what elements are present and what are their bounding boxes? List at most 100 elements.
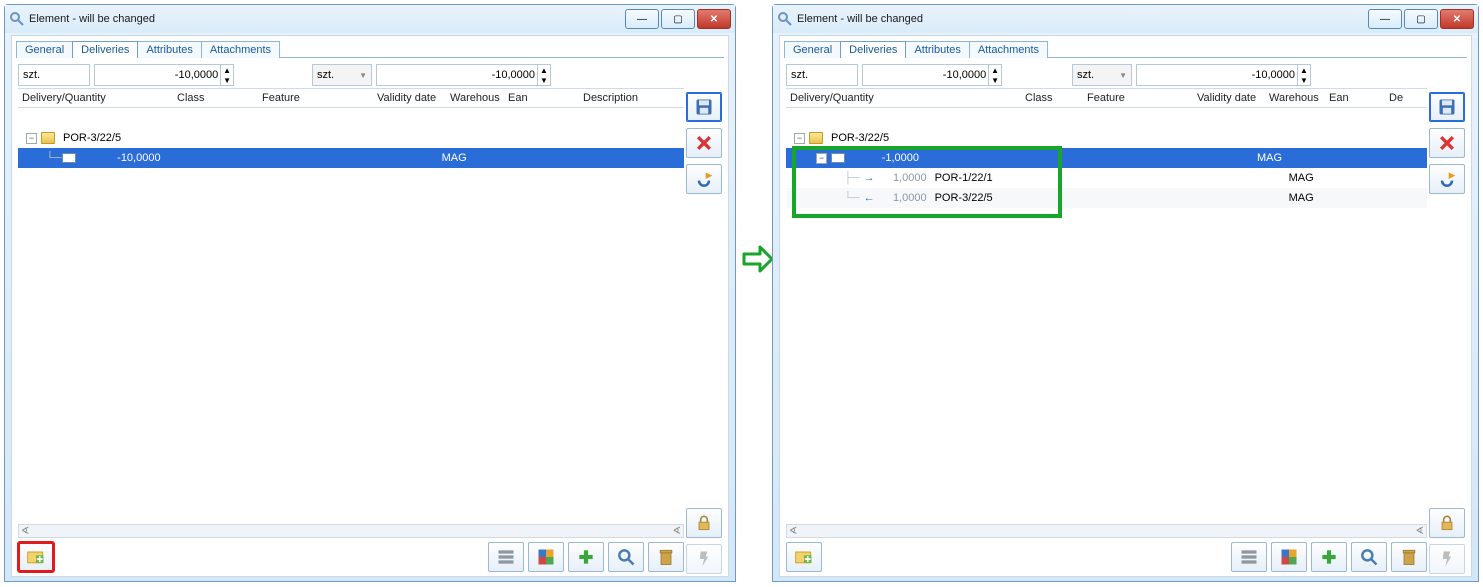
- tree-leaf-selected[interactable]: └─ -10,0000 MAG: [18, 148, 684, 168]
- expander-icon[interactable]: −: [26, 133, 37, 144]
- add-button[interactable]: [1311, 542, 1347, 572]
- titlebar[interactable]: Element - will be changed — ▢ ✕: [773, 5, 1478, 33]
- right-toolbar: [686, 92, 724, 194]
- head-feature[interactable]: Feature: [1083, 92, 1193, 104]
- maximize-button[interactable]: ▢: [1404, 9, 1438, 29]
- head-validity[interactable]: Validity date: [1193, 92, 1265, 104]
- scroll-right-icon[interactable]: ∢: [673, 526, 681, 537]
- tab-attachments[interactable]: Attachments: [201, 41, 280, 58]
- color-button[interactable]: [528, 542, 564, 572]
- tab-general[interactable]: General: [16, 41, 73, 58]
- tree-sub-row[interactable]: ├─ → 1,0000 POR-1/22/1 MAG: [786, 168, 1427, 188]
- unit1-box[interactable]: [786, 64, 858, 86]
- pin-button[interactable]: [1429, 544, 1465, 574]
- lock-button[interactable]: [686, 508, 722, 538]
- tab-attributes[interactable]: Attributes: [905, 41, 969, 58]
- expander-icon[interactable]: −: [816, 153, 827, 164]
- list-button[interactable]: [488, 542, 524, 572]
- unit1-input[interactable]: [23, 69, 85, 81]
- add-folder-button[interactable]: [18, 542, 54, 572]
- qty2-spin[interactable]: ▲▼: [1136, 64, 1311, 86]
- head-class[interactable]: Class: [173, 92, 258, 104]
- search-button[interactable]: [1351, 542, 1387, 572]
- grid-headers: Delivery/Quantity Class Feature Validity…: [18, 88, 684, 108]
- scroll-left-icon[interactable]: ∢: [21, 526, 29, 537]
- unit2-box[interactable]: ▼: [312, 64, 372, 86]
- flow-arrow-icon: [742, 244, 774, 274]
- spin-up[interactable]: ▲: [221, 65, 233, 75]
- minimize-button[interactable]: —: [625, 9, 659, 29]
- qty1-input[interactable]: [863, 69, 988, 81]
- head-desc[interactable]: Description: [579, 92, 684, 104]
- qty1-spin[interactable]: ▲▼: [862, 64, 1002, 86]
- qty2-input[interactable]: [377, 69, 537, 81]
- close-button[interactable]: ✕: [1440, 9, 1474, 29]
- save-button[interactable]: [1429, 92, 1465, 122]
- tab-attributes[interactable]: Attributes: [137, 41, 201, 58]
- qty-cell: -1,0000: [849, 152, 1009, 164]
- folder-label: POR-3/22/5: [827, 132, 893, 144]
- head-warehouse[interactable]: Warehous: [1265, 92, 1325, 104]
- h-scrollbar[interactable]: ∢ ∢: [786, 524, 1427, 538]
- tree-area[interactable]: − POR-3/22/5 − -1,0000 MAG ├─ → 1,0000 P…: [786, 128, 1427, 530]
- window-left: Element - will be changed — ▢ ✕ General …: [4, 4, 736, 582]
- head-desc[interactable]: De: [1385, 92, 1427, 104]
- add-button[interactable]: [568, 542, 604, 572]
- tab-deliveries[interactable]: Deliveries: [72, 41, 138, 58]
- qty2-input[interactable]: [1137, 69, 1297, 81]
- refresh-button[interactable]: [686, 164, 722, 194]
- qty2-spin[interactable]: ▲▼: [376, 64, 551, 86]
- delete-button[interactable]: [686, 128, 722, 158]
- add-folder-button[interactable]: [786, 542, 822, 572]
- client-area: General Deliveries Attributes Attachment…: [779, 35, 1472, 577]
- trash-button[interactable]: [1391, 542, 1427, 572]
- tab-general[interactable]: General: [784, 41, 841, 58]
- head-class[interactable]: Class: [1021, 92, 1083, 104]
- tab-deliveries[interactable]: Deliveries: [840, 41, 906, 58]
- pin-button[interactable]: [686, 544, 722, 574]
- color-button[interactable]: [1271, 542, 1307, 572]
- minimize-button[interactable]: —: [1368, 9, 1402, 29]
- unit1-input[interactable]: [791, 69, 853, 81]
- close-button[interactable]: ✕: [697, 9, 731, 29]
- window-title: Element - will be changed: [29, 13, 625, 25]
- head-ean[interactable]: Ean: [504, 92, 579, 104]
- h-scrollbar[interactable]: ∢ ∢: [18, 524, 684, 538]
- tree-folder-row[interactable]: − POR-3/22/5: [18, 128, 684, 148]
- lock-button[interactable]: [1429, 508, 1465, 538]
- search-button[interactable]: [608, 542, 644, 572]
- maximize-button[interactable]: ▢: [661, 9, 695, 29]
- head-ean[interactable]: Ean: [1325, 92, 1385, 104]
- qty1-input[interactable]: [95, 69, 220, 81]
- refresh-button[interactable]: [1429, 164, 1465, 194]
- head-feature[interactable]: Feature: [258, 92, 373, 104]
- list-button[interactable]: [1231, 542, 1267, 572]
- trash-button[interactable]: [648, 542, 684, 572]
- save-button[interactable]: [686, 92, 722, 122]
- qty1-spin[interactable]: ▲▼: [94, 64, 234, 86]
- tree-leaf-selected[interactable]: − -1,0000 MAG: [786, 148, 1427, 168]
- delete-button[interactable]: [1429, 128, 1465, 158]
- expander-icon[interactable]: −: [794, 133, 805, 144]
- tab-strip: General Deliveries Attributes Attachment…: [780, 36, 1471, 57]
- right-toolbar: [1429, 92, 1467, 194]
- tree-area[interactable]: − POR-3/22/5 └─ -10,0000 MAG: [18, 128, 684, 530]
- tab-attachments[interactable]: Attachments: [969, 41, 1048, 58]
- tree-sub-row[interactable]: └─ ← 1,0000 POR-3/22/5 MAG: [786, 188, 1427, 208]
- spin-up2[interactable]: ▲: [538, 65, 550, 75]
- sub-wh: MAG: [1285, 192, 1345, 204]
- spin-down[interactable]: ▼: [221, 75, 233, 85]
- head-dq[interactable]: Delivery/Quantity: [786, 92, 1021, 104]
- titlebar[interactable]: Element - will be changed — ▢ ✕: [5, 5, 735, 33]
- tree-folder-row[interactable]: − POR-3/22/5: [786, 128, 1427, 148]
- scroll-right-icon[interactable]: ∢: [1416, 526, 1424, 537]
- head-dq[interactable]: Delivery/Quantity: [18, 92, 173, 104]
- head-validity[interactable]: Validity date: [373, 92, 446, 104]
- tab-strip: General Deliveries Attributes Attachment…: [12, 36, 728, 57]
- wh-cell: MAG: [438, 152, 496, 164]
- unit2-box[interactable]: ▼: [1072, 64, 1132, 86]
- scroll-left-icon[interactable]: ∢: [789, 526, 797, 537]
- spin-down2[interactable]: ▼: [538, 75, 550, 85]
- head-warehouse[interactable]: Warehous: [446, 92, 504, 104]
- unit1-box[interactable]: [18, 64, 90, 86]
